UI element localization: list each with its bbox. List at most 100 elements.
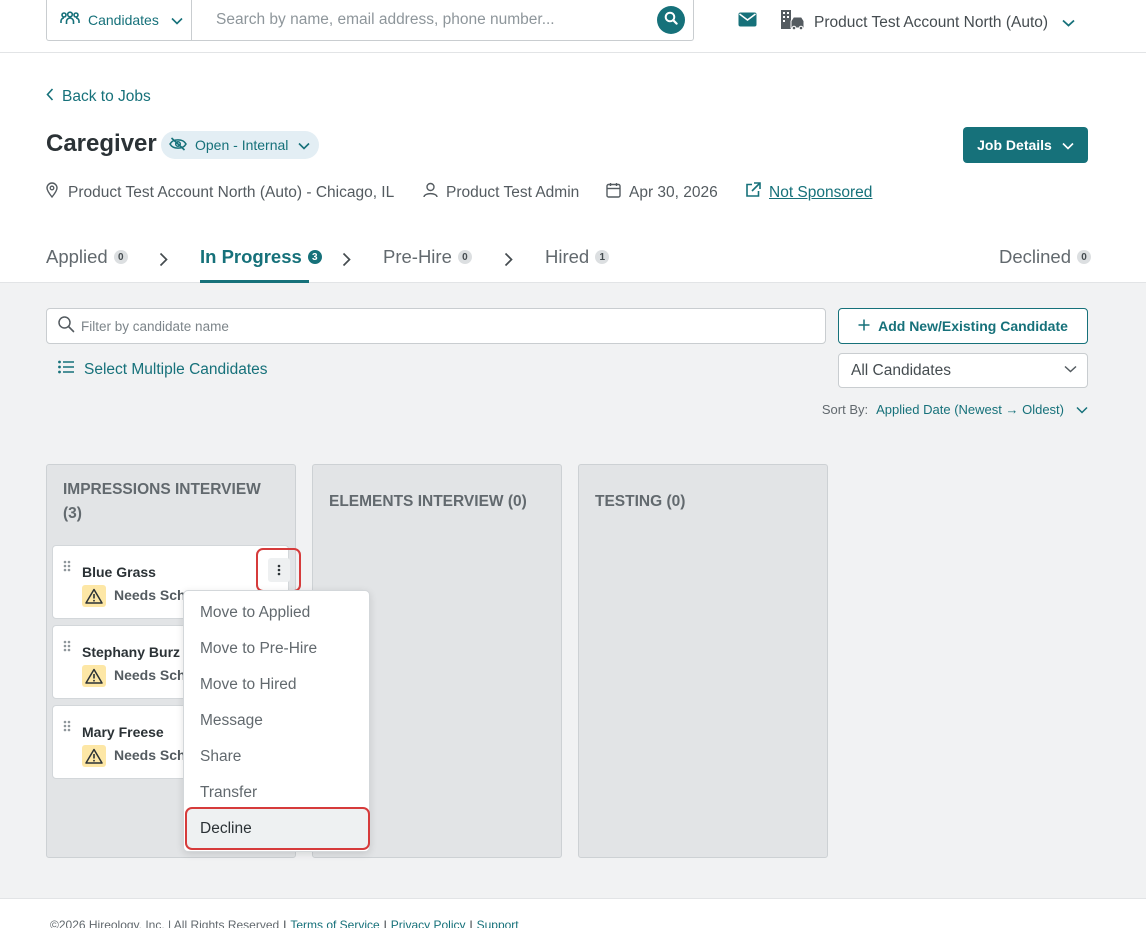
chevron-down-icon	[298, 137, 310, 153]
map-pin-icon	[46, 182, 58, 203]
select-multiple-button[interactable]: Select Multiple Candidates	[58, 360, 268, 379]
external-link-icon	[745, 182, 761, 203]
candidate-status: Needs Sche	[114, 587, 194, 603]
page-footer: ©2026 Hireology, Inc. | All Rights Reser…	[50, 918, 519, 928]
sponsorship-text[interactable]: Not Sponsored	[769, 184, 872, 202]
job-date-text: Apr 30, 2026	[629, 183, 718, 201]
menu-item-move-to-applied[interactable]: Move to Applied	[200, 604, 310, 622]
list-icon	[58, 360, 74, 379]
chevron-right-icon	[342, 252, 351, 272]
candidate-type-select[interactable]: All Candidates	[838, 353, 1088, 388]
back-to-jobs-link[interactable]: Back to Jobs	[46, 88, 151, 106]
menu-item-decline[interactable]: Decline	[185, 807, 370, 850]
tab-pre-hire[interactable]: Pre-Hire 0	[383, 246, 472, 268]
user-icon	[423, 182, 438, 203]
eye-slash-icon	[169, 136, 187, 154]
candidate-type-value: All Candidates	[851, 361, 951, 379]
card-actions-button[interactable]	[256, 548, 301, 592]
sort-label: Sort By:	[821, 402, 869, 417]
footer-copyright: ©2026 Hireology, Inc. | All Rights Reser…	[50, 918, 280, 928]
mail-icon[interactable]	[738, 12, 757, 32]
candidate-filter-field[interactable]	[46, 308, 826, 344]
menu-item-move-to-pre-hire[interactable]: Move to Pre-Hire	[200, 640, 317, 658]
grip-icon[interactable]	[63, 639, 71, 657]
job-date: Apr 30, 2026	[606, 182, 718, 203]
footer-terms-link[interactable]: Terms of Service	[290, 918, 379, 928]
menu-item-message[interactable]: Message	[200, 712, 263, 730]
tab-label: Declined	[999, 246, 1071, 267]
search-entity-select[interactable]: Candidates	[47, 0, 192, 40]
warning-icon	[82, 585, 106, 607]
global-search-group: Candidates	[46, 0, 694, 41]
menu-item-move-to-hired[interactable]: Move to Hired	[200, 676, 296, 694]
chevron-down-icon	[1076, 406, 1088, 414]
chevron-right-icon	[504, 252, 513, 272]
building-car-icon	[780, 9, 806, 36]
footer-support-link[interactable]: Support	[477, 918, 519, 928]
stage-column-title: ELEMENTS INTERVIEW (0)	[329, 493, 527, 510]
search-entity-label: Candidates	[88, 11, 159, 28]
candidate-name: Mary Freese	[82, 724, 164, 740]
tab-count: 3	[307, 250, 322, 264]
grip-icon[interactable]	[63, 719, 71, 737]
chevron-down-icon	[1064, 365, 1077, 373]
grip-icon[interactable]	[63, 559, 71, 577]
top-bar: Candidates Product Test Account North (A…	[0, 0, 1146, 53]
people-icon	[60, 11, 80, 28]
tab-count: 1	[595, 250, 610, 264]
warning-icon	[82, 665, 106, 687]
plus-icon	[858, 318, 870, 334]
warning-icon	[82, 745, 106, 767]
candidate-name: Blue Grass	[82, 564, 156, 580]
stage-column-testing: TESTING (0)	[578, 464, 828, 858]
job-owner-text: Product Test Admin	[446, 183, 580, 201]
pipeline-board-area: Add New/Existing Candidate Select Multip…	[0, 283, 1146, 899]
tab-label: Hired	[545, 246, 590, 267]
card-actions-menu: Move to Applied Move to Pre-Hire Move to…	[183, 590, 370, 852]
job-status-label: Open - Internal	[195, 137, 289, 153]
kebab-icon	[267, 558, 290, 582]
tab-label: Pre-Hire	[383, 246, 452, 267]
search-icon	[664, 11, 678, 30]
sort-dropdown[interactable]: Applied Date (Newest → Oldest)	[876, 402, 1088, 417]
chevron-down-icon	[1062, 137, 1074, 153]
pipeline-tabs: Applied 0 In Progress 3 Pre-Hire 0 Hired…	[0, 238, 1146, 283]
tab-label: Applied	[46, 246, 108, 267]
add-candidate-button[interactable]: Add New/Existing Candidate	[838, 308, 1088, 344]
tab-in-progress[interactable]: In Progress 3	[200, 246, 322, 268]
tab-count: 0	[113, 250, 128, 264]
calendar-icon	[606, 182, 621, 203]
sponsorship-link[interactable]: Not Sponsored	[745, 182, 872, 203]
job-title: Caregiver	[46, 130, 157, 157]
job-status-dropdown[interactable]: Open - Internal	[161, 131, 319, 159]
job-location-text: Product Test Account North (Auto) - Chic…	[68, 183, 395, 201]
footer-privacy-link[interactable]: Privacy Policy	[391, 918, 466, 928]
job-details-button[interactable]: Job Details	[963, 127, 1088, 163]
back-to-jobs-label: Back to Jobs	[62, 88, 151, 105]
job-location: Product Test Account North (Auto) - Chic…	[46, 182, 394, 203]
job-owner: Product Test Admin	[423, 182, 579, 203]
global-search-input[interactable]	[192, 0, 693, 40]
tab-hired[interactable]: Hired 1	[545, 246, 610, 268]
candidate-name: Stephany Burz	[82, 644, 181, 660]
candidate-filter-input[interactable]	[81, 318, 825, 334]
menu-item-share[interactable]: Share	[200, 748, 241, 766]
job-details-label: Job Details	[977, 137, 1052, 153]
stage-column-title: IMPRESSIONS INTERVIEW (3)	[63, 481, 261, 522]
sort-control: Sort By: Applied Date (Newest → Oldest)	[822, 402, 1088, 417]
candidate-status: Needs Sche	[114, 747, 194, 763]
tab-count: 0	[1077, 250, 1091, 264]
add-candidate-label: Add New/Existing Candidate	[878, 318, 1068, 334]
chevron-right-icon	[159, 252, 168, 272]
search-button[interactable]	[657, 6, 685, 34]
tab-count: 0	[457, 250, 472, 264]
menu-item-transfer[interactable]: Transfer	[200, 784, 257, 802]
search-icon	[57, 315, 75, 338]
decline-label: Decline	[200, 819, 252, 837]
select-multiple-label: Select Multiple Candidates	[84, 360, 268, 378]
tab-declined[interactable]: Declined 0	[999, 246, 1091, 268]
stage-column-title: TESTING (0)	[595, 493, 686, 510]
tab-label: In Progress	[200, 246, 302, 267]
account-switcher[interactable]: Product Test Account North (Auto)	[780, 9, 1075, 36]
tab-applied[interactable]: Applied 0	[46, 246, 128, 268]
